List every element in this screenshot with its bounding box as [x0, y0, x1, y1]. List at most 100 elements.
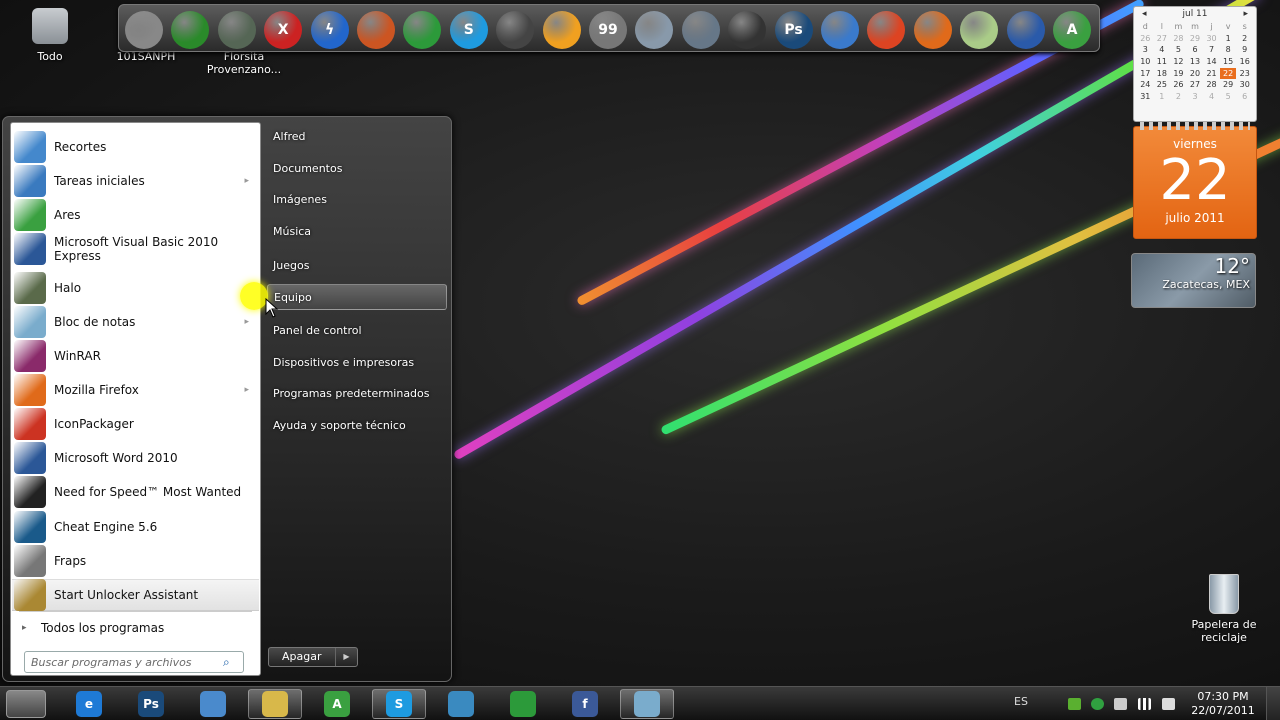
calendar-day[interactable]: 16 — [1236, 56, 1253, 68]
network-tray-icon[interactable] — [1068, 698, 1081, 710]
calendar-day[interactable]: 24 — [1137, 79, 1154, 91]
dock-firefox-icon[interactable] — [913, 11, 952, 49]
calendar-day[interactable]: 10 — [1137, 56, 1154, 68]
calendar-day[interactable]: 7 — [1203, 44, 1220, 56]
start-program-item[interactable]: Microsoft Word 2010 — [12, 442, 259, 474]
calendar-day[interactable]: 29 — [1220, 79, 1237, 91]
dock-jamaica-ball-icon[interactable] — [171, 11, 210, 49]
dock-fire-gift-icon[interactable] — [867, 11, 906, 49]
dock-broom-icon[interactable] — [357, 11, 395, 49]
start-program-item[interactable]: Microsoft Visual Basic 2010 Express — [12, 233, 259, 265]
calendar-day[interactable]: 9 — [1236, 44, 1253, 56]
desktop-icon-todo[interactable]: Todo — [0, 8, 100, 63]
dock-chrome-icon[interactable] — [403, 11, 442, 49]
start-link-2[interactable]: Imágenes — [267, 187, 447, 213]
start-link-8[interactable]: Programas predeterminados — [267, 381, 447, 407]
signal-tray-icon[interactable] — [1138, 698, 1151, 710]
taskbar-chrome-button[interactable] — [496, 689, 550, 719]
calendar-day[interactable]: 15 — [1220, 56, 1237, 68]
start-link-1[interactable]: Documentos — [267, 156, 447, 182]
weather-gadget[interactable]: 12° Zacatecas, MEX — [1131, 253, 1256, 308]
start-program-item[interactable]: Ares — [12, 199, 259, 231]
calendar-day[interactable]: 31 — [1137, 91, 1154, 103]
calendar-day[interactable]: 12 — [1170, 56, 1187, 68]
taskbar-internet-explorer-button[interactable]: e — [62, 689, 116, 719]
calendar-day[interactable]: 29 — [1187, 33, 1204, 45]
date-gadget[interactable]: viernes 22 julio 2011 — [1133, 122, 1257, 239]
language-indicator[interactable]: ES — [1014, 695, 1028, 708]
clock[interactable]: 07:30 PM 22/07/2011 — [1190, 690, 1256, 718]
calendar-day[interactable]: 19 — [1170, 68, 1187, 80]
start-program-item[interactable]: Recortes — [12, 131, 259, 163]
calendar-day[interactable]: 8 — [1220, 44, 1237, 56]
calendar-day[interactable]: 3 — [1187, 91, 1204, 103]
calendar-day[interactable]: 23 — [1236, 68, 1253, 80]
start-program-item[interactable]: Mozilla Firefox ▸ — [12, 374, 259, 406]
dock-photoshop-icon[interactable]: Ps — [774, 11, 813, 49]
calendar-day[interactable]: 6 — [1236, 91, 1253, 103]
taskbar-notepad-button[interactable] — [620, 689, 674, 719]
start-program-item[interactable]: Halo — [12, 272, 259, 304]
dock-media-x-icon[interactable]: X — [264, 11, 303, 49]
taskbar-skype-button[interactable]: S — [372, 689, 426, 719]
dock-folder-icon[interactable] — [125, 11, 163, 49]
dock-flash-download-icon[interactable]: ϟ — [310, 11, 349, 49]
calendar-day[interactable]: 20 — [1187, 68, 1204, 80]
submenu-arrow-icon[interactable]: ▸ — [244, 176, 249, 186]
recycle-bin[interactable]: Papelera de reciclaje — [1184, 574, 1264, 644]
calendar-day[interactable]: 2 — [1170, 91, 1187, 103]
start-program-item[interactable]: Start Unlocker Assistant — [12, 579, 259, 611]
prev-month-icon[interactable]: ◂ — [1142, 9, 1147, 19]
taskbar-photoshop-button[interactable]: Ps — [124, 689, 178, 719]
dock-ares-icon[interactable]: A — [1053, 11, 1091, 49]
calendar-gadget[interactable]: ◂ jul 11 ▸ d l m m j v s 26 27 28 29 30 1 2 3 4 5 6 7 8 9 10 1… — [1133, 6, 1257, 122]
dock-fraps-icon[interactable]: 99 — [589, 11, 627, 49]
calendar-day[interactable]: 5 — [1220, 91, 1237, 103]
calendar-day[interactable]: 14 — [1203, 56, 1220, 68]
usb-tray-icon[interactable] — [1114, 698, 1127, 710]
start-program-item[interactable]: IconPackager — [12, 408, 259, 440]
calendar-day[interactable]: 25 — [1154, 79, 1171, 91]
calendar-day[interactable]: 4 — [1154, 44, 1171, 56]
calendar-day[interactable]: 27 — [1187, 79, 1204, 91]
dock-skype-icon[interactable]: S — [449, 11, 488, 49]
calendar-day[interactable]: 28 — [1170, 33, 1187, 45]
taskbar-control-panel-button[interactable] — [186, 689, 240, 719]
all-programs-button[interactable]: ▸ Todos los programas — [19, 617, 254, 639]
start-link-6[interactable]: Panel de control — [267, 318, 447, 344]
calendar-today[interactable]: 22 — [1219, 67, 1237, 80]
skype-tray-icon[interactable] — [1091, 698, 1104, 710]
taskbar-explorer-button[interactable] — [248, 689, 302, 719]
calendar-day[interactable]: 18 — [1154, 68, 1171, 80]
calendar-day[interactable]: 13 — [1187, 56, 1204, 68]
start-link-5[interactable]: Equipo — [267, 284, 447, 310]
start-program-item[interactable]: Need for Speed™ Most Wanted — [12, 476, 259, 508]
calendar-day[interactable]: 3 — [1137, 44, 1154, 56]
dock-camcorder-icon[interactable] — [496, 11, 535, 49]
calendar-day[interactable]: 26 — [1170, 79, 1187, 91]
search-input[interactable]: Buscar programas y archivos ⌕ — [24, 651, 244, 673]
dock-laptop-icon[interactable] — [681, 11, 720, 49]
shutdown-options-icon[interactable]: ▶ — [335, 648, 357, 666]
start-link-7[interactable]: Dispositivos e impresoras — [267, 350, 447, 376]
dock-messenger-orange-icon[interactable] — [542, 11, 581, 49]
dock-flower-icon[interactable] — [960, 11, 999, 49]
start-button[interactable] — [6, 690, 46, 718]
calendar-day[interactable]: 30 — [1203, 33, 1220, 45]
calendar-day[interactable]: 2 — [1236, 33, 1253, 45]
next-month-icon[interactable]: ▸ — [1243, 9, 1248, 19]
shutdown-button[interactable]: Apagar ▶ — [268, 647, 358, 667]
start-link-4[interactable]: Juegos — [267, 253, 447, 279]
dock-letter-icon[interactable] — [635, 11, 674, 49]
calendar-day[interactable]: 1 — [1220, 33, 1237, 45]
start-program-item[interactable]: Bloc de notas ▸ — [12, 306, 259, 338]
start-link-9[interactable]: Ayuda y soporte técnico — [267, 413, 447, 439]
calendar-day[interactable]: 1 — [1154, 91, 1171, 103]
calendar-day[interactable]: 28 — [1203, 79, 1220, 91]
start-link-0[interactable]: Alfred — [267, 124, 447, 150]
calendar-day[interactable]: 21 — [1203, 68, 1220, 80]
calendar-day[interactable]: 5 — [1170, 44, 1187, 56]
show-desktop-button[interactable] — [1266, 687, 1280, 720]
calendar-day[interactable]: 11 — [1154, 56, 1171, 68]
start-link-3[interactable]: Música — [267, 219, 447, 245]
